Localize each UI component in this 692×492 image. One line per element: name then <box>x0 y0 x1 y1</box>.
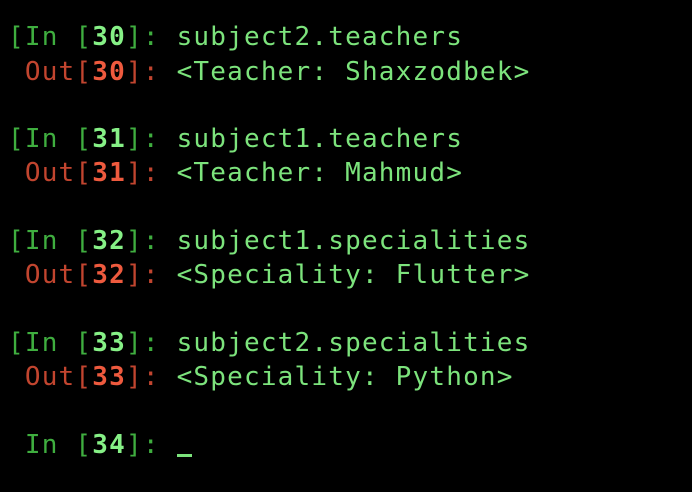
output-line-30: Out[30]: <Teacher: Shaxzodbek> <box>8 55 530 89</box>
in-prompt-label: In [ <box>8 430 93 460</box>
input-code: subject1.teachers <box>176 124 464 154</box>
underscore-cursor-icon[interactable] <box>176 454 192 457</box>
in-prompt-close: ]: <box>126 124 177 154</box>
in-prompt-number: 30 <box>92 22 126 52</box>
input-line-32: [In [32]: subject1.specialities <box>8 224 530 258</box>
in-prompt-number: 33 <box>92 328 126 358</box>
input-code: subject1.specialities <box>176 226 531 256</box>
input-code: subject2.specialities <box>176 328 531 358</box>
in-prompt-label: [In [ <box>8 22 93 52</box>
terminal-window[interactable]: [In [30]: subject2.teachers Out[30]: <Te… <box>0 0 692 492</box>
output-result: <Speciality: Python> <box>176 362 514 392</box>
out-prompt-label: Out[ <box>8 362 93 392</box>
out-prompt-label: Out[ <box>8 158 93 188</box>
out-prompt-close: ]: <box>126 57 177 87</box>
out-prompt-number: 32 <box>92 260 126 290</box>
out-prompt-label: Out[ <box>8 57 93 87</box>
active-input-line[interactable]: In [34]: <box>8 428 192 462</box>
out-prompt-close: ]: <box>126 260 177 290</box>
output-line-32: Out[32]: <Speciality: Flutter> <box>8 258 530 292</box>
out-prompt-number: 31 <box>92 158 126 188</box>
in-prompt-number: 31 <box>92 124 126 154</box>
output-line-31: Out[31]: <Teacher: Mahmud> <box>8 156 463 190</box>
out-prompt-close: ]: <box>126 362 177 392</box>
in-prompt-label: [In [ <box>8 124 93 154</box>
in-prompt-number: 34 <box>92 430 126 460</box>
in-prompt-close: ]: <box>126 430 177 460</box>
out-prompt-close: ]: <box>126 158 177 188</box>
in-prompt-close: ]: <box>126 328 177 358</box>
input-line-33: [In [33]: subject2.specialities <box>8 326 530 360</box>
out-prompt-label: Out[ <box>8 260 93 290</box>
in-prompt-label: [In [ <box>8 226 93 256</box>
in-prompt-label: [In [ <box>8 328 93 358</box>
output-result: <Teacher: Shaxzodbek> <box>176 57 531 87</box>
input-line-30: [In [30]: subject2.teachers <box>8 20 463 54</box>
input-line-31: [In [31]: subject1.teachers <box>8 122 463 156</box>
out-prompt-number: 33 <box>92 362 126 392</box>
in-prompt-close: ]: <box>126 22 177 52</box>
in-prompt-number: 32 <box>92 226 126 256</box>
output-result: <Teacher: Mahmud> <box>176 158 464 188</box>
output-result: <Speciality: Flutter> <box>176 260 531 290</box>
out-prompt-number: 30 <box>92 57 126 87</box>
output-line-33: Out[33]: <Speciality: Python> <box>8 360 514 394</box>
input-code: subject2.teachers <box>176 22 464 52</box>
in-prompt-close: ]: <box>126 226 177 256</box>
